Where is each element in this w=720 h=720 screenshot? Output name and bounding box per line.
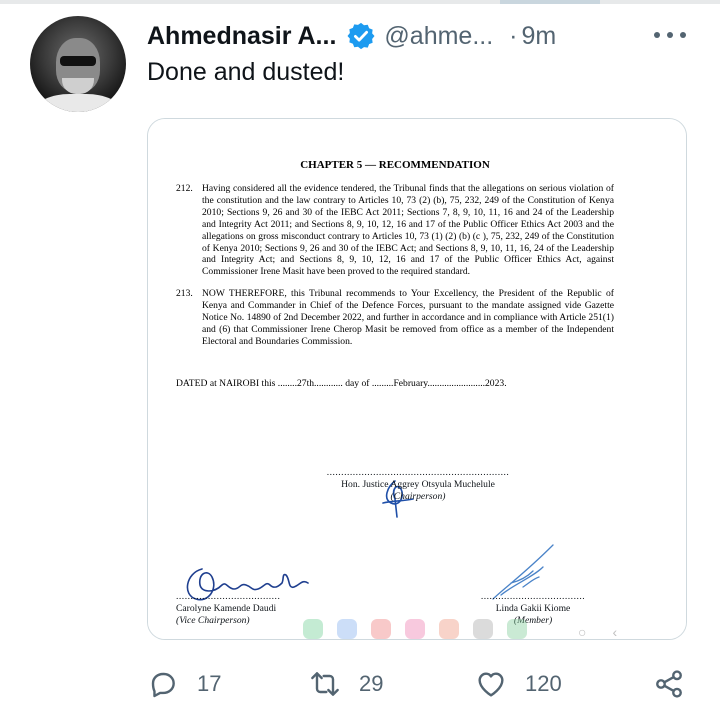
tweet-text: Done and dusted! bbox=[147, 58, 345, 86]
author-handle[interactable]: @ahme... bbox=[384, 22, 493, 51]
separator-dot: · bbox=[509, 21, 518, 50]
dated-line: DATED at NAIROBI this ........27th......… bbox=[176, 377, 507, 389]
document-body: CHAPTER 5 — RECOMMENDATION 212. Having c… bbox=[176, 159, 614, 389]
paragraph-213: 213. NOW THEREFORE, this Tribunal recomm… bbox=[176, 288, 614, 348]
paragraph-text: Having considered all the evidence tende… bbox=[202, 183, 614, 278]
reply-count: 17 bbox=[197, 671, 222, 696]
share-button[interactable] bbox=[653, 664, 685, 704]
overlay-app-icon bbox=[337, 619, 357, 639]
avatar-beard bbox=[62, 78, 94, 94]
overlay-app-icon bbox=[405, 619, 425, 639]
top-divider bbox=[0, 0, 720, 4]
signature-line: ........................................… bbox=[326, 467, 510, 478]
screenshot-overlay-nav: ○ ‹ bbox=[578, 624, 638, 640]
tweet-media-image[interactable]: CHAPTER 5 — RECOMMENDATION 212. Having c… bbox=[147, 118, 687, 640]
like-button[interactable]: 120 bbox=[475, 664, 562, 704]
overlay-app-icon bbox=[303, 619, 323, 639]
vice-chair-name: Carolyne Kamende Daudi bbox=[176, 603, 277, 614]
chair-signature-block: ........................................… bbox=[288, 467, 548, 503]
overlay-app-icon bbox=[371, 619, 391, 639]
more-icon[interactable] bbox=[654, 25, 686, 45]
chapter-heading: CHAPTER 5 — RECOMMENDATION bbox=[300, 159, 490, 171]
like-icon bbox=[478, 672, 504, 697]
overlay-app-icon bbox=[439, 619, 459, 639]
signature-line: .................................... bbox=[480, 591, 586, 602]
document-page: CHAPTER 5 — RECOMMENDATION 212. Having c… bbox=[148, 119, 686, 640]
overlay-app-icon bbox=[507, 619, 527, 639]
paragraph-number: 212. bbox=[176, 183, 193, 194]
back-nav-icon: ‹ bbox=[612, 624, 618, 640]
like-count: 120 bbox=[525, 671, 562, 696]
chair-role: (Chairperson) bbox=[390, 491, 446, 502]
avatar-shoulder bbox=[36, 94, 120, 112]
avatar-glasses bbox=[60, 56, 96, 66]
tweet-actions: 17 29 120 bbox=[147, 664, 687, 704]
author-name[interactable]: Ahmednasir A... bbox=[147, 22, 336, 51]
home-nav-icon: ○ bbox=[578, 624, 587, 640]
tweet-header: Ahmednasir A... @ahme... · 9m bbox=[147, 17, 556, 55]
reply-button[interactable]: 17 bbox=[147, 664, 221, 704]
signature-line: .................................... bbox=[176, 591, 281, 602]
paragraph-number: 213. bbox=[176, 288, 193, 300]
screenshot-overlay-icons bbox=[303, 619, 563, 639]
retweet-count: 29 bbox=[359, 671, 384, 696]
top-divider-accent bbox=[500, 0, 600, 4]
share-icon bbox=[656, 670, 682, 698]
chair-name: Hon. Justice Aggrey Otsyula Muchelule bbox=[341, 479, 495, 490]
verified-badge-icon bbox=[347, 22, 375, 50]
retweet-icon bbox=[311, 672, 339, 696]
timestamp[interactable]: 9m bbox=[522, 22, 557, 51]
retweet-button[interactable]: 29 bbox=[309, 664, 383, 704]
member-name: Linda Gakii Kiome bbox=[495, 603, 571, 614]
paragraph-212: 212. Having considered all the evidence … bbox=[176, 183, 614, 278]
reply-icon bbox=[151, 672, 175, 698]
overlay-app-icon bbox=[473, 619, 493, 639]
avatar[interactable] bbox=[30, 16, 126, 112]
paragraph-text: NOW THEREFORE, this Tribunal recommends … bbox=[202, 288, 614, 347]
